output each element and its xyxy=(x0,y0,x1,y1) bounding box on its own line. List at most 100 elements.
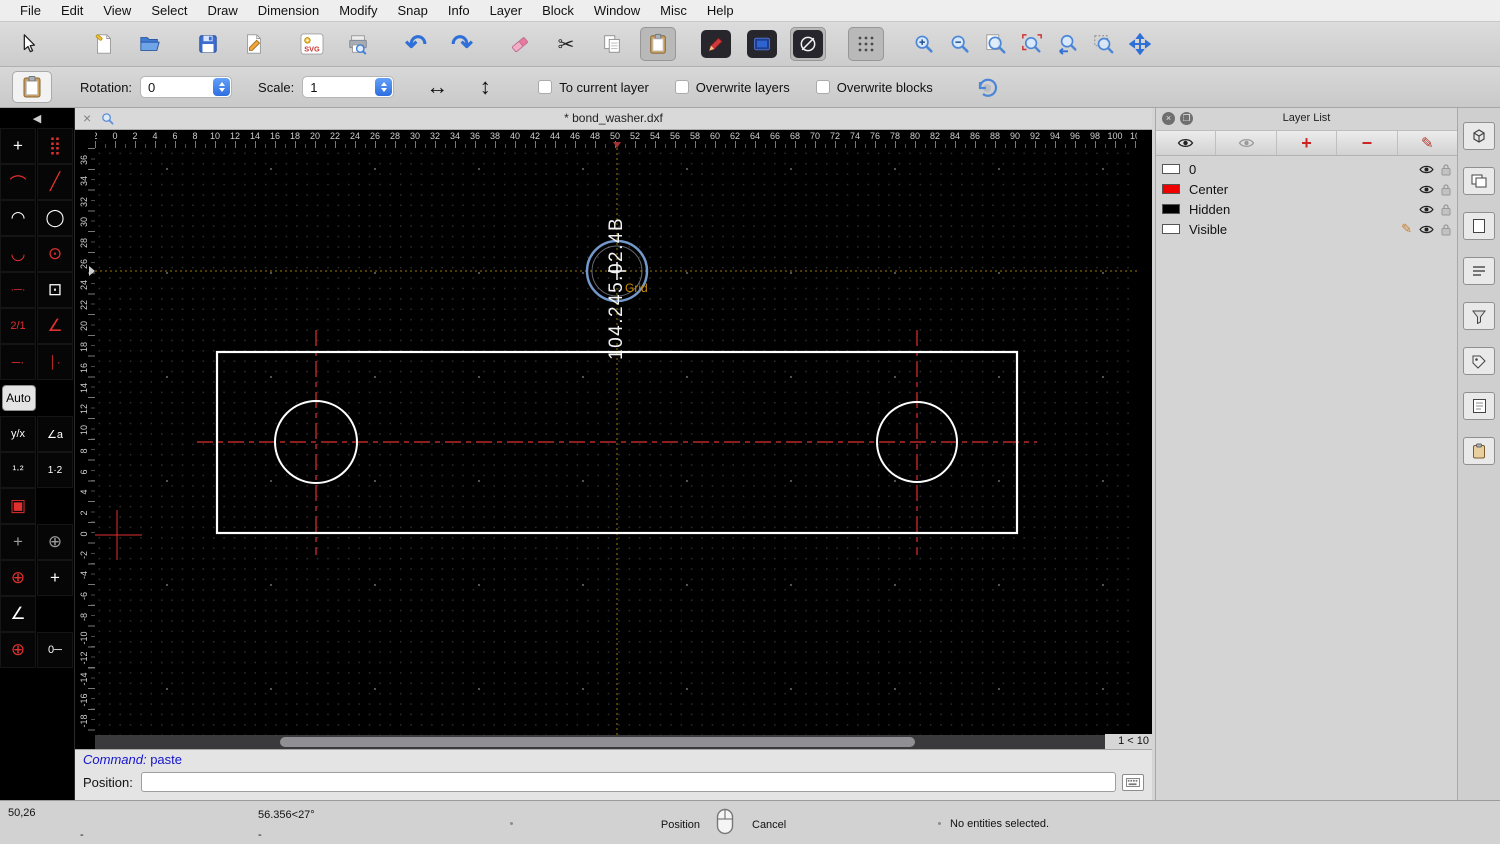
restrict-orthogonal[interactable]: ⊕ xyxy=(37,524,73,560)
layer-row-hidden[interactable]: Hidden xyxy=(1156,199,1457,219)
snap-endpoint[interactable]: ⌒ xyxy=(0,164,36,200)
pen-attributes-button[interactable] xyxy=(698,27,734,61)
selection-window[interactable]: ▣ xyxy=(0,488,36,524)
snap-angle[interactable]: ∠ xyxy=(37,308,73,344)
snap-intersection[interactable]: ⊡ xyxy=(37,272,73,308)
snap-on-entity[interactable]: ╱ xyxy=(37,164,73,200)
lock-icon[interactable] xyxy=(1441,183,1451,196)
new-document-button[interactable] xyxy=(86,27,122,61)
zoom-auto-button[interactable] xyxy=(978,27,1014,61)
layer-color-swatch[interactable] xyxy=(1162,224,1180,234)
eraser-button[interactable] xyxy=(502,27,538,61)
lock-icon[interactable] xyxy=(1441,203,1451,216)
layer-color-swatch[interactable] xyxy=(1162,204,1180,214)
open-file-button[interactable] xyxy=(132,27,168,61)
menu-edit[interactable]: Edit xyxy=(51,3,93,18)
menu-help[interactable]: Help xyxy=(697,3,744,18)
dock-toggle-clipboard[interactable] xyxy=(1463,437,1495,465)
restrict-horizontal[interactable]: ─· xyxy=(0,344,36,380)
layer-color-swatch[interactable] xyxy=(1162,184,1180,194)
grid-toggle-button[interactable] xyxy=(848,27,884,61)
menu-info[interactable]: Info xyxy=(438,3,480,18)
zoom-back-button[interactable] xyxy=(1050,27,1086,61)
snap-distance[interactable]: 2/1 xyxy=(0,308,36,344)
snap-auto[interactable]: Auto xyxy=(2,385,36,411)
overwrite-layers-checkbox[interactable]: Overwrite layers xyxy=(675,80,790,95)
eye-icon[interactable] xyxy=(1419,164,1434,175)
angle-guide[interactable]: ∠ xyxy=(0,596,36,632)
save-as-button[interactable] xyxy=(236,27,272,61)
dock-toggle-pen-palette[interactable] xyxy=(1463,347,1495,375)
menu-select[interactable]: Select xyxy=(141,3,197,18)
remove-layer-button[interactable]: − xyxy=(1337,131,1397,155)
zoom-window-button[interactable] xyxy=(1086,27,1122,61)
zoom-out-button[interactable] xyxy=(942,27,978,61)
layer-row-center[interactable]: Center xyxy=(1156,179,1457,199)
menu-dimension[interactable]: Dimension xyxy=(248,3,329,18)
copy-button[interactable] xyxy=(594,27,630,61)
add-layer-button[interactable]: + xyxy=(1277,131,1337,155)
redo-button[interactable]: ↷ xyxy=(444,27,480,61)
dock-toggle-properties[interactable] xyxy=(1463,392,1495,420)
snap-center[interactable]: ◠ xyxy=(0,200,36,236)
relative-coordinates[interactable]: y/x xyxy=(0,416,36,452)
drawing-canvas[interactable]: Grid104.245.02.4B xyxy=(95,148,1137,735)
paste-options-button[interactable] xyxy=(12,71,52,103)
snap-center-point[interactable]: ⊙ xyxy=(37,236,73,272)
snap-grid[interactable]: ⣿ xyxy=(37,128,73,164)
undo-button[interactable]: ↶ xyxy=(398,27,434,61)
dock-toggle-filter[interactable] xyxy=(1463,302,1495,330)
eye-icon[interactable] xyxy=(1419,204,1434,215)
rotation-combo[interactable]: 0 xyxy=(140,76,232,98)
menu-draw[interactable]: Draw xyxy=(197,3,247,18)
circle-tool-button[interactable] xyxy=(790,27,826,61)
menu-window[interactable]: Window xyxy=(584,3,650,18)
reset-action-button[interactable] xyxy=(969,70,1005,104)
menu-block[interactable]: Block xyxy=(532,3,584,18)
h-scrollbar-thumb[interactable] xyxy=(280,737,915,747)
restrict-nothing[interactable]: + xyxy=(0,524,36,560)
snap-tangent[interactable]: ◡ xyxy=(0,236,36,272)
zoom-in-button[interactable] xyxy=(906,27,942,61)
relative-zero-marker[interactable]: ⊕ xyxy=(0,632,36,668)
lock-relative-zero[interactable]: 0─ xyxy=(37,632,73,668)
lock-icon[interactable] xyxy=(1441,163,1451,176)
decimal-format-2[interactable]: 1·2 xyxy=(37,452,73,488)
eye-icon[interactable] xyxy=(1419,224,1434,235)
paste-button[interactable] xyxy=(640,27,676,61)
flip-horizontal-button[interactable]: ↔ xyxy=(420,72,454,102)
attributes-button[interactable] xyxy=(744,27,780,61)
command-options-button[interactable] xyxy=(1122,774,1144,791)
scale-combo[interactable]: 1 xyxy=(302,76,394,98)
snap-free[interactable]: + xyxy=(0,128,36,164)
menu-view[interactable]: View xyxy=(93,3,141,18)
dock-toggle-block-list[interactable] xyxy=(1463,167,1495,195)
menu-file[interactable]: File xyxy=(10,3,51,18)
dock-collapse-button[interactable]: ◀ xyxy=(0,108,74,128)
scale-stepper[interactable] xyxy=(375,78,392,96)
dock-toggle-command[interactable] xyxy=(1463,257,1495,285)
dock-toggle-drafting[interactable] xyxy=(1463,122,1495,150)
lock-icon[interactable] xyxy=(1441,223,1451,236)
save-button[interactable] xyxy=(190,27,226,61)
decimal-format-1[interactable]: ¹·² xyxy=(0,452,36,488)
zoom-pan-button[interactable] xyxy=(1122,27,1158,61)
position-input[interactable] xyxy=(141,772,1116,792)
overwrite-blocks-checkbox[interactable]: Overwrite blocks xyxy=(816,80,933,95)
rotation-stepper[interactable] xyxy=(213,78,230,96)
snap-free-2[interactable]: + xyxy=(37,560,73,596)
restrict-vertical[interactable]: │· xyxy=(37,344,73,380)
set-relative-zero[interactable]: ⊕ xyxy=(0,560,36,596)
svg-export-button[interactable]: SVG xyxy=(294,27,330,61)
show-all-layers-button[interactable] xyxy=(1156,131,1216,155)
snap-circle[interactable]: ◯ xyxy=(37,200,73,236)
layer-color-swatch[interactable] xyxy=(1162,164,1180,174)
dock-toggle-library[interactable] xyxy=(1463,212,1495,240)
eye-icon[interactable] xyxy=(1419,184,1434,195)
menu-modify[interactable]: Modify xyxy=(329,3,387,18)
hide-all-layers-button[interactable] xyxy=(1216,131,1276,155)
menu-misc[interactable]: Misc xyxy=(650,3,697,18)
pointer-select-button[interactable] xyxy=(10,27,46,61)
menu-snap[interactable]: Snap xyxy=(388,3,438,18)
h-scrollbar[interactable] xyxy=(95,735,1137,749)
